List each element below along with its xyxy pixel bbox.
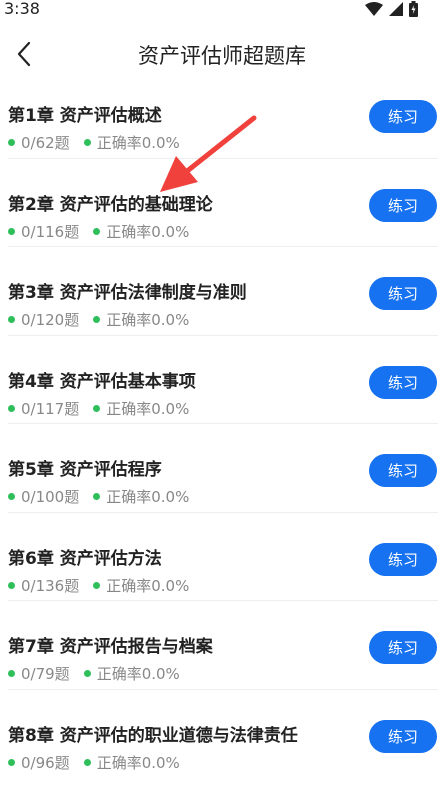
battery-icon	[409, 1, 418, 17]
chapter-item[interactable]: 第5章 资产评估程序 0/100题 正确率0.0% 练习	[8, 424, 438, 513]
chapter-title: 第2章 资产评估的基础理论	[8, 194, 213, 215]
practice-button[interactable]: 练习	[369, 454, 437, 487]
chapter-title: 第1章 资产评估概述	[8, 106, 162, 126]
status-dot-icon	[8, 670, 15, 677]
chapter-accuracy: 正确率0.0%	[106, 488, 190, 506]
chapter-accuracy: 正确率0.0%	[96, 134, 180, 152]
status-dot-icon	[8, 581, 15, 589]
chapter-progress: 0/120题	[21, 311, 80, 329]
status-dot-icon	[83, 139, 91, 146]
status-time: 3:38	[4, 0, 40, 18]
chapter-item[interactable]: 第4章 资产评估基本事项 0/117题 正确率0.0% 练习	[8, 336, 438, 424]
chapter-meta: 0/136题 正确率0.0%	[8, 575, 189, 596]
chapter-progress: 0/136题	[21, 576, 80, 595]
chapter-progress: 0/96题	[21, 753, 70, 772]
chapter-meta: 0/79题 正确率0.0%	[8, 663, 180, 684]
status-dot-icon	[93, 493, 101, 500]
practice-button[interactable]: 练习	[369, 188, 437, 222]
status-bar: 3:38	[0, 0, 444, 20]
chapter-accuracy: 正确率0.0%	[106, 311, 190, 329]
status-dot-icon	[83, 758, 91, 766]
chapter-meta: 0/96题 正确率0.0%	[8, 752, 180, 773]
practice-button[interactable]: 练习	[369, 719, 437, 753]
status-icons	[365, 0, 418, 18]
status-dot-icon	[8, 404, 15, 412]
chapter-progress: 0/117题	[21, 399, 80, 418]
practice-button[interactable]: 练习	[369, 100, 437, 133]
chapter-accuracy: 正确率0.0%	[106, 399, 190, 418]
chapter-list: 第1章 资产评估概述 0/62题 正确率0.0% 练习 第2章 资产评估的基础理…	[0, 70, 444, 778]
chapter-title: 第4章 资产评估基本事项	[8, 371, 196, 392]
chapter-meta: 0/100题 正确率0.0%	[8, 486, 189, 507]
status-dot-icon	[8, 227, 15, 235]
status-dot-icon	[8, 758, 15, 766]
chapter-item[interactable]: 第3章 资产评估法律制度与准则 0/120题 正确率0.0% 练习	[8, 247, 438, 336]
chapter-meta: 0/117题 正确率0.0%	[8, 398, 189, 419]
chapter-accuracy: 正确率0.0%	[96, 665, 180, 683]
chapter-title: 第3章 资产评估法律制度与准则	[8, 283, 247, 303]
chapter-item[interactable]: 第2章 资产评估的基础理论 0/116题 正确率0.0% 练习	[8, 159, 438, 247]
wifi-icon	[365, 2, 383, 16]
chapter-title: 第6章 资产评估方法	[8, 548, 162, 569]
practice-button[interactable]: 练习	[369, 365, 437, 399]
chapter-progress: 0/116题	[21, 222, 80, 241]
status-dot-icon	[93, 316, 101, 323]
chapter-item[interactable]: 第7章 资产评估报告与档案 0/79题 正确率0.0% 练习	[8, 601, 438, 690]
chapter-accuracy: 正确率0.0%	[106, 576, 190, 595]
chapter-meta: 0/62题 正确率0.0%	[8, 132, 180, 153]
practice-button[interactable]: 练习	[369, 277, 437, 310]
status-dot-icon	[93, 404, 101, 412]
chapter-item[interactable]: 第1章 资产评估概述 0/62题 正确率0.0% 练习	[8, 70, 438, 159]
status-dot-icon	[93, 581, 101, 589]
chapter-accuracy: 正确率0.0%	[106, 222, 190, 241]
chapter-meta: 0/116题 正确率0.0%	[8, 221, 189, 242]
chapter-progress: 0/100题	[21, 488, 80, 506]
chapter-progress: 0/62题	[21, 134, 70, 152]
practice-button[interactable]: 练习	[369, 542, 437, 576]
chapter-progress: 0/79题	[21, 665, 70, 683]
chapter-title: 第5章 资产评估程序	[8, 460, 162, 480]
practice-button[interactable]: 练习	[369, 631, 437, 664]
chapter-title: 第7章 资产评估报告与档案	[8, 637, 213, 657]
page-title: 资产评估师超题库	[138, 44, 306, 68]
status-dot-icon	[93, 227, 101, 235]
signal-icon	[389, 2, 403, 16]
status-dot-icon	[8, 493, 15, 500]
status-dot-icon	[8, 316, 15, 323]
chapter-accuracy: 正确率0.0%	[96, 753, 180, 772]
chapter-item[interactable]: 第6章 资产评估方法 0/136题 正确率0.0% 练习	[8, 513, 438, 601]
chapter-title: 第8章 资产评估的职业道德与法律责任	[8, 725, 298, 746]
chapter-item[interactable]: 第8章 资产评估的职业道德与法律责任 0/96题 正确率0.0% 练习	[8, 690, 438, 779]
status-dot-icon	[83, 670, 91, 677]
chapter-meta: 0/120题 正确率0.0%	[8, 309, 189, 330]
status-dot-icon	[8, 139, 15, 146]
